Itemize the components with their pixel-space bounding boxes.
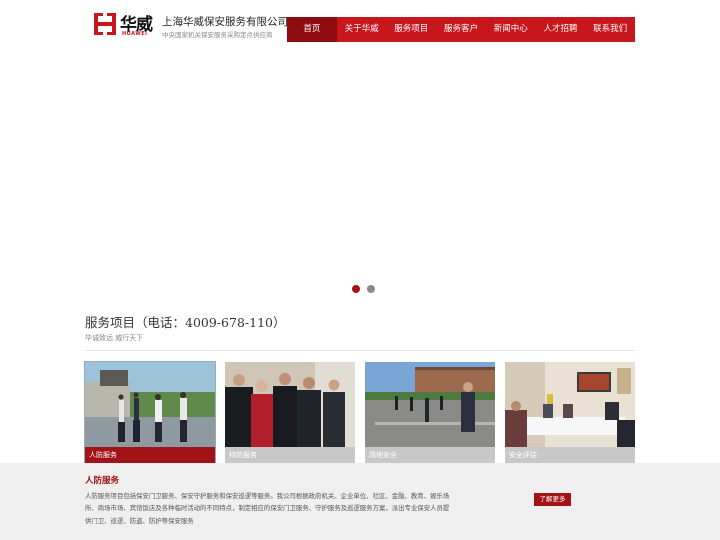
- nav-item-about[interactable]: 关于华威: [337, 17, 387, 42]
- service-cards: 人防服务 特防服务 场地安全 安全评估: [84, 361, 635, 465]
- slider-pagination: [352, 285, 375, 293]
- learn-more-button[interactable]: 了解更多: [534, 493, 571, 506]
- logo-mark-icon: [92, 11, 118, 37]
- service-detail-description: 人防服务项目包括保安门卫服务、保安守护服务和保安巡逻等服务。我公司根据政府机关、…: [85, 492, 450, 525]
- slider-dot-1[interactable]: [352, 285, 360, 293]
- nav-item-clients[interactable]: 服务客户: [436, 17, 486, 42]
- slider-dot-2[interactable]: [367, 285, 375, 293]
- nav-item-news[interactable]: 新闻中心: [486, 17, 536, 42]
- service-photo-guards: [85, 362, 215, 447]
- service-card-civil-defense[interactable]: 人防服务: [84, 361, 216, 465]
- service-card-label: 特防服务: [225, 447, 355, 464]
- services-section-title: 服务项目（电话：4009-678-110）: [85, 315, 286, 330]
- service-photo-escort: [225, 362, 355, 447]
- service-card-label: 场地安全: [365, 447, 495, 464]
- service-card-security-assessment[interactable]: 安全评估: [505, 362, 635, 464]
- company-name: 上海华威保安服务有限公司: [162, 16, 288, 28]
- service-photo-meeting: [505, 362, 635, 447]
- service-card-label: 安全评估: [505, 447, 635, 464]
- nav-item-home[interactable]: 首页: [287, 17, 337, 42]
- site-header: 华威 HUAWEI 上海华威保安服务有限公司 中央国家机关保安服务采购定点供应商…: [0, 0, 720, 50]
- services-section-subtitle: 华诚致远 威行天下: [85, 334, 144, 342]
- main-nav: 首页 关于华威 服务项目 服务客户 新闻中心 人才招聘 联系我们: [287, 17, 635, 42]
- nav-item-careers[interactable]: 人才招聘: [536, 17, 586, 42]
- section-divider: [85, 350, 635, 351]
- service-card-label: 人防服务: [85, 447, 215, 464]
- service-card-special-defense[interactable]: 特防服务: [225, 362, 355, 464]
- company-tagline: 中央国家机关保安服务采购定点供应商: [162, 31, 273, 39]
- service-photo-venue: [365, 362, 495, 447]
- logo-english: HUAWEI: [122, 31, 148, 37]
- service-detail-title: 人防服务: [85, 476, 120, 486]
- nav-item-services[interactable]: 服务项目: [386, 17, 436, 42]
- company-logo[interactable]: 华威 HUAWEI: [92, 11, 156, 39]
- service-card-venue-security[interactable]: 场地安全: [365, 362, 495, 464]
- hero-banner[interactable]: [0, 50, 720, 300]
- nav-item-contact[interactable]: 联系我们: [585, 17, 635, 42]
